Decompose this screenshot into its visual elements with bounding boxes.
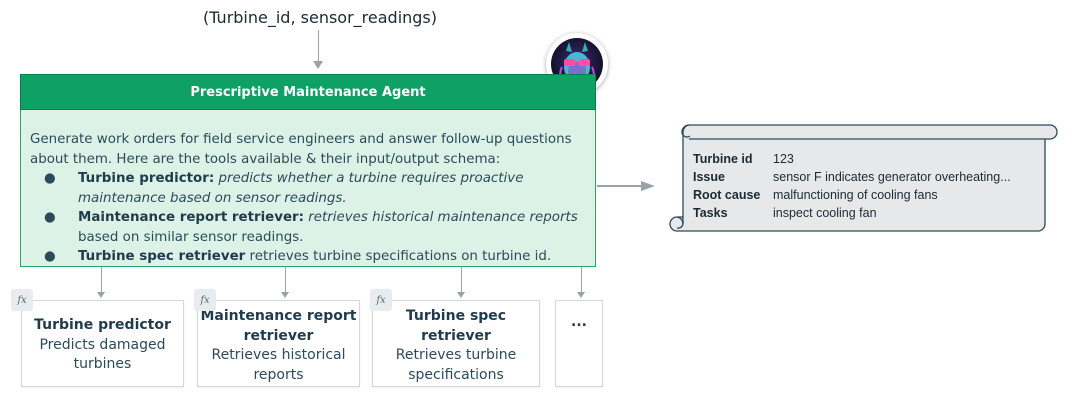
- connector-arrow-head: [281, 292, 289, 298]
- table-row: Tasks inspect cooling fan: [693, 204, 1043, 222]
- tool-name: Maintenance report retriever:: [78, 210, 305, 225]
- table-row: Issue sensor F indicates generator overh…: [693, 168, 1043, 186]
- agent-title: Prescriptive Maintenance Agent: [20, 74, 596, 110]
- tool-name: Turbine spec retriever: [78, 249, 246, 264]
- work-order-value: sensor F indicates generator overheating…: [773, 170, 1011, 184]
- connector-line: [581, 267, 582, 293]
- agent-description-panel: Generate work orders for field service e…: [20, 110, 596, 267]
- tool-card-turbine-predictor: Turbine predictor Predicts damaged turbi…: [21, 300, 184, 387]
- bullet-icon: ●: [44, 210, 56, 225]
- input-arrow-head: [313, 61, 323, 69]
- list-item: ● Turbine predictor: predicts whether a …: [30, 169, 585, 208]
- bullet-icon: ●: [44, 171, 56, 186]
- input-label: (Turbine_id, sensor_readings): [202, 8, 438, 27]
- work-order: Turbine id 123 Issue sensor F indicates …: [693, 150, 1043, 222]
- connector-line: [101, 267, 102, 293]
- connector-arrow-head: [97, 292, 105, 298]
- tool-card-title: Maintenance report retriever: [200, 308, 357, 344]
- list-item: ● Turbine spec retriever retrieves turbi…: [30, 247, 585, 267]
- work-order-value: malfunctioning of cooling fans: [773, 188, 938, 202]
- connector-arrow-head: [577, 292, 585, 298]
- tool-name: Turbine predictor:: [78, 171, 215, 186]
- tool-desc: retrieves historical maintenance reports: [308, 210, 578, 225]
- work-order-key: Turbine id: [693, 152, 753, 166]
- work-order-key: Root cause: [693, 188, 761, 202]
- tool-card-more: ...: [555, 300, 603, 387]
- input-arrow-line: [318, 30, 319, 62]
- tool-card-maintenance-report-retriever: Maintenance report retriever Retrieves h…: [197, 300, 360, 387]
- work-order-value: 123: [773, 152, 794, 166]
- tool-desc-rest: based on similar sensor readings.: [78, 229, 304, 245]
- connector-line: [461, 267, 462, 293]
- tool-card-subtitle: Retrieves historical reports: [211, 347, 346, 383]
- work-order-key: Issue: [693, 170, 725, 184]
- connector-line: [285, 267, 286, 293]
- agent-tools-list: ● Turbine predictor: predicts whether a …: [30, 169, 585, 267]
- tool-desc-rest: retrieves turbine specifications on turb…: [249, 249, 552, 264]
- function-icon: fx: [11, 289, 33, 311]
- bullet-icon: ●: [44, 249, 56, 264]
- tool-card-subtitle: Retrieves turbine specifications: [395, 347, 517, 383]
- table-row: Turbine id 123: [693, 150, 1043, 168]
- agent-description: Generate work orders for field service e…: [30, 132, 572, 167]
- more-ellipsis: ...: [571, 314, 587, 330]
- tool-card-title: Turbine predictor: [34, 317, 171, 333]
- output-arrow-line: [597, 185, 641, 187]
- output-arrow-head: [641, 181, 655, 191]
- work-order-key: Tasks: [693, 206, 728, 220]
- work-order-value: inspect cooling fan: [773, 206, 877, 220]
- connector-arrow-head: [457, 292, 465, 298]
- list-item: ● Maintenance report retriever: retrieve…: [30, 208, 585, 247]
- tool-card-turbine-spec-retriever: Turbine spec retriever Retrieves turbine…: [372, 300, 540, 387]
- function-icon: fx: [194, 289, 216, 311]
- function-icon: fx: [370, 289, 392, 311]
- table-row: Root cause malfunctioning of cooling fan…: [693, 186, 1043, 204]
- tool-card-subtitle: Predicts damaged turbines: [39, 336, 166, 373]
- tool-card-title: Turbine spec retriever: [405, 308, 507, 344]
